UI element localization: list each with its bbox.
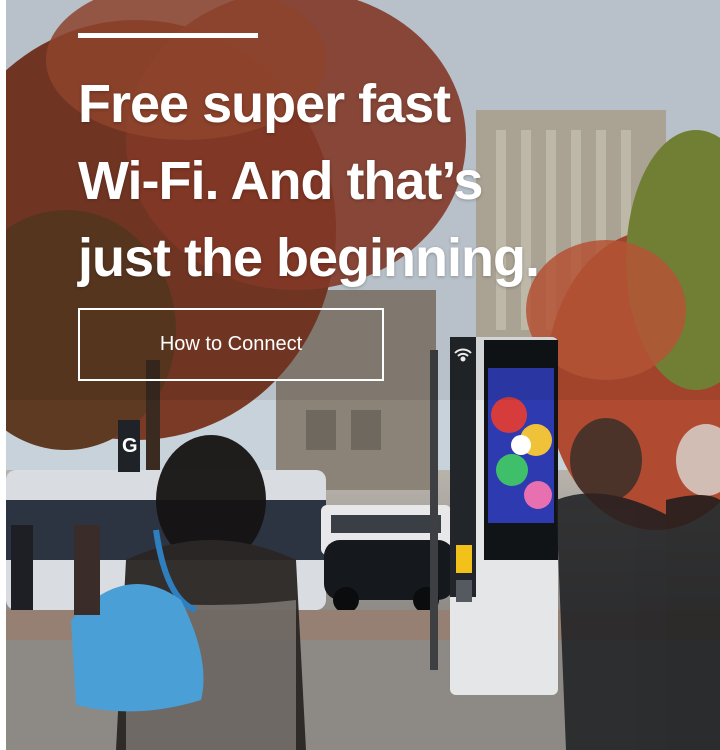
pedestrian-man xyxy=(556,418,720,750)
headline-line-2: Wi-Fi. And that’s xyxy=(78,151,483,211)
headline-line-1: Free super fast xyxy=(78,74,451,134)
bus-stop-sign: G xyxy=(122,435,138,457)
headline-line-3: just the beginning. xyxy=(78,228,540,288)
headline-rule xyxy=(78,33,258,38)
hero-headline: Free super fast Wi-Fi. And that’s just t… xyxy=(78,66,638,297)
how-to-connect-button[interactable]: How to Connect xyxy=(78,308,384,381)
hero-banner: G Free super fast Wi-Fi. And that’s just… xyxy=(6,0,720,750)
